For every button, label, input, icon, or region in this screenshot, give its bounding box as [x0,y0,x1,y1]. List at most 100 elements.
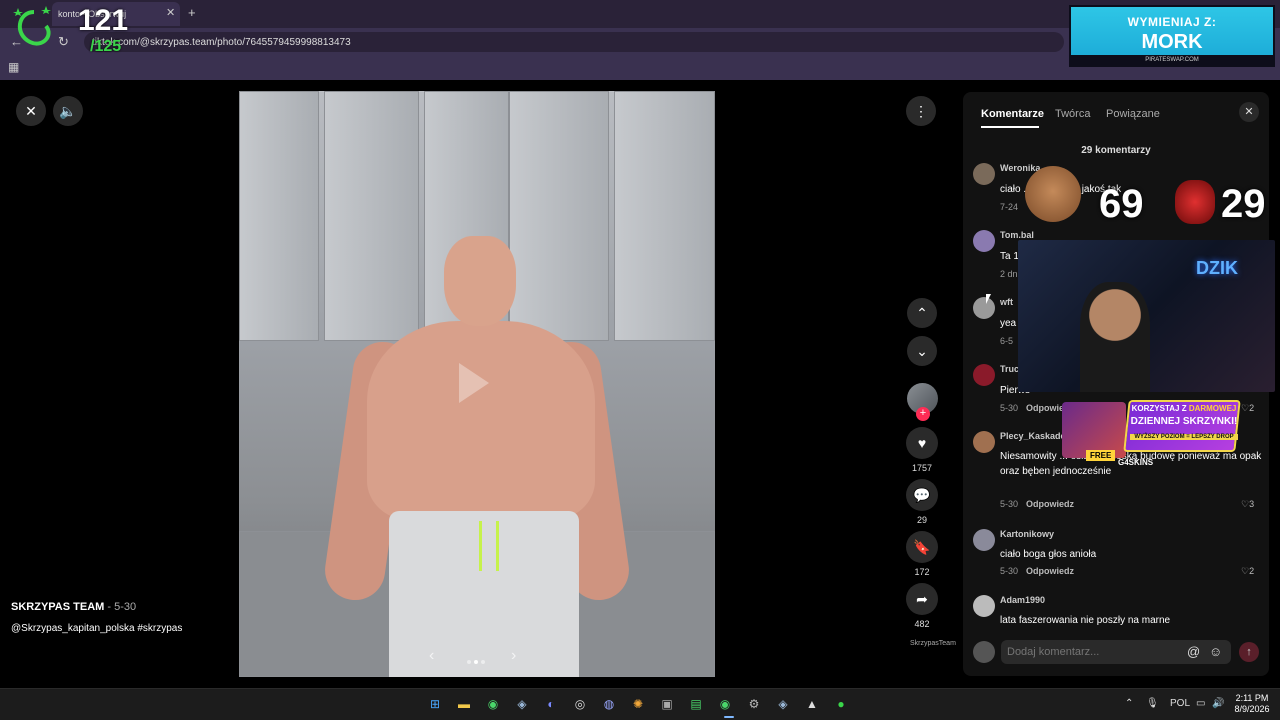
comment-username[interactable]: Plecy_Kaskader [1000,431,1069,441]
system-clock[interactable]: 2:11 PM 8/9/2026 [1228,693,1276,715]
comment-action[interactable]: 💬 29 [906,479,938,525]
overlay-counter-total: /125 [90,38,122,55]
steam-icon[interactable]: ◈ [774,695,792,713]
heart-icon[interactable]: ♥ [906,427,938,459]
save-action[interactable]: 🔖 172 [906,531,938,577]
next-photo-icon[interactable]: › [511,647,516,665]
network-icon[interactable]: ▭ [1196,698,1205,709]
speaker-icon[interactable]: 🔊 [1212,698,1224,709]
app-icon[interactable]: ▲ [803,695,821,713]
comment-username[interactable]: Adam1990 [1000,595,1045,605]
comment-username[interactable]: Kartonikowy [1000,529,1054,539]
post-author[interactable]: SKRZYPAS TEAM - 5-30 [11,601,136,613]
comment-like[interactable]: ♡3 [1241,499,1254,510]
comment-like-count: 2 [1249,403,1255,413]
comment-username[interactable]: Truc [1000,364,1019,374]
avatar[interactable] [973,163,995,185]
like-action[interactable]: ♥ 1757 [906,427,938,473]
share-action[interactable]: ➦ 482 [906,583,938,629]
comment-date: 7-24 [1000,202,1019,212]
comment-username[interactable]: Tom.bal [1000,230,1034,240]
comment-like[interactable]: ♡2 [1241,403,1254,414]
close-viewer-icon[interactable]: ✕ [16,96,46,126]
microphone-icon[interactable]: 🎙 [1146,698,1159,709]
post-photo[interactable]: ‹ › [239,91,715,677]
emoji-icon[interactable]: ☺ [1209,644,1222,659]
comment-text: lata faszerowania nie poszły na marne [1000,615,1171,626]
play-icon[interactable] [459,363,489,403]
file-explorer-icon[interactable]: ▬ [455,695,473,713]
new-tab-icon[interactable]: + [188,5,196,20]
comment-date: 6-5 [1000,336,1014,346]
like-count: 1757 [911,463,933,473]
banner-headline: WYMIENIAJ Z: [1127,15,1217,29]
active-app-indicator [724,716,734,718]
app-icon[interactable]: ◎ [571,695,589,713]
comment-meta: 5-30 Odpowiedz [1000,499,1074,509]
windows-start-icon[interactable]: ⊞ [426,695,444,713]
comment-username[interactable]: wft [1000,297,1013,307]
share-arrow-icon[interactable]: ➦ [906,583,938,615]
comment-date: 5-30 [1000,566,1019,576]
tab-creator[interactable]: Twórca [1055,108,1090,120]
comment-like[interactable]: ♡2 [1241,566,1254,577]
spotify-icon[interactable]: ● [832,695,850,713]
comment-icon[interactable]: 💬 [906,479,938,511]
monkey-icon [1025,166,1081,222]
app-icon[interactable]: ✺ [629,695,647,713]
comment-date: 2 dni [1000,269,1020,279]
photo-subject-head [444,236,516,326]
steam-icon[interactable]: ◈ [513,695,531,713]
chrome-icon[interactable]: ◉ [484,695,502,713]
next-post-icon[interactable]: ⌄ [907,336,937,366]
comment-count: 29 [916,515,927,525]
clock-time: 2:11 PM [1235,693,1269,703]
language-indicator[interactable]: POL [1170,698,1190,709]
close-panel-icon[interactable]: ✕ [1239,102,1259,122]
app-icon[interactable]: ◍ [600,695,618,713]
tray-chevron-icon[interactable]: ⌃ [1125,698,1133,709]
avatar[interactable] [973,431,995,453]
previous-photo-icon[interactable]: ‹ [429,647,434,665]
volume-icon[interactable]: 🔈 [53,96,83,126]
app-icon[interactable]: ▣ [658,695,676,713]
tab-related[interactable]: Powiązane [1106,108,1160,120]
excel-icon[interactable]: ▤ [687,695,705,713]
photo-pagination [467,651,488,669]
overlay-counter-value: 121 [78,4,129,37]
more-options-icon[interactable]: ⋮ [906,96,936,126]
avatar[interactable] [973,529,995,551]
banner-footer: PIRATESWAP.COM [1071,55,1273,65]
tab-comments[interactable]: Komentarze [981,108,1044,120]
comment-input-row: @ ☺ ↑ [973,640,1263,664]
promo-headline: KORZYSTAJ Z DARMOWEJ [1130,404,1238,413]
mention-icon[interactable]: @ [1187,644,1200,659]
avatar[interactable] [973,595,995,617]
clock-date: 8/9/2026 [1234,704,1270,714]
bookmark-icon[interactable]: 🔖 [906,531,938,563]
tab-close-icon[interactable]: ✕ [166,6,175,19]
promo-brand: G4SKINS [1118,458,1154,467]
music-disc-icon[interactable]: SkrzypasTeam [910,640,956,656]
chrome-icon[interactable]: ◉ [716,695,734,713]
reply-button[interactable]: Odpowiedz [1026,566,1074,576]
score-left: 69 [1099,182,1144,226]
avatar[interactable] [973,364,995,386]
comment-total: 29 komentarzy [1081,145,1151,156]
apps-grid-icon[interactable]: ▦ [8,60,19,74]
stream-score-overlay: 69 29 [1025,160,1275,230]
shorts-drawstring [479,521,499,571]
follow-plus-icon[interactable]: + [916,407,930,421]
active-tab-indicator [981,126,1039,128]
promo-highlight: DARMOWEJ [1188,404,1237,413]
send-arrow-icon[interactable]: ↑ [1239,642,1259,662]
reply-button[interactable]: Odpowiedz [1026,499,1074,509]
previous-post-icon[interactable]: ⌃ [907,298,937,328]
avatar[interactable] [973,297,995,319]
avatar[interactable] [973,230,995,252]
promo-subline: DZIENNEJ SKRZYNKI! [1130,416,1238,427]
discord-icon[interactable]: ◐ [542,695,560,713]
score-right: 29 [1221,182,1266,226]
banner-name: MORK [1141,31,1203,53]
settings-gear-icon[interactable]: ⚙ [745,695,763,713]
